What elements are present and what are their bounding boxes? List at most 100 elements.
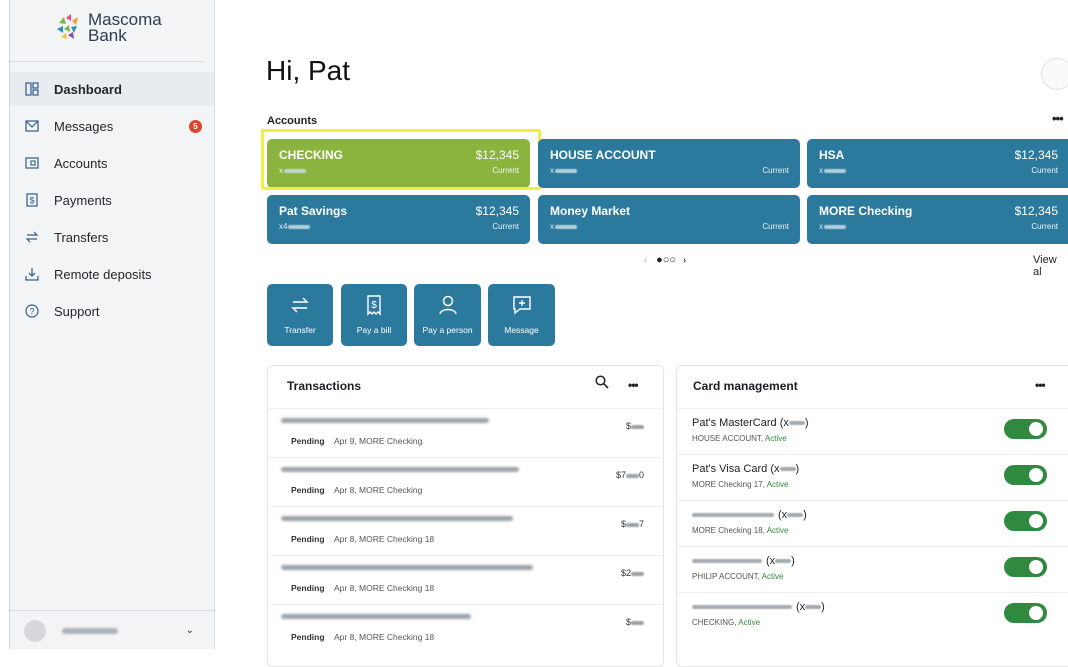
card-owner: HOUSE ACCOUNT, Active [692, 434, 787, 443]
transaction-description-redacted [281, 467, 519, 472]
table-row[interactable]: Pending Apr 8, MORE Checking $7 0 [267, 457, 662, 507]
accounts-more-icon[interactable]: ••• [1052, 111, 1064, 126]
account-status: Current [1031, 222, 1058, 231]
account-balance: $12,345 [475, 204, 519, 218]
transaction-meta: Apr 8, MORE Checking [334, 485, 423, 495]
card-toggle[interactable] [1004, 465, 1047, 485]
account-card-more-checking[interactable]: MORE Checking x $12,345 Current [807, 195, 1068, 244]
transaction-amount: $7 [620, 519, 644, 529]
account-name: HOUSE ACCOUNT [550, 148, 656, 162]
message-button[interactable]: Message [488, 284, 555, 346]
sidebar-item-label: Dashboard [54, 81, 122, 97]
account-balance: $12,345 [1014, 204, 1058, 218]
sidebar-item-label: Transfers [54, 229, 109, 245]
table-row[interactable]: Pending Apr 8, MORE Checking 18 $ [267, 604, 662, 654]
transaction-description-redacted [281, 516, 513, 521]
quick-action-label: Pay a bill [356, 325, 392, 335]
account-card-hsa[interactable]: HSA x $12,345 Current [807, 139, 1068, 188]
pager-prev-button[interactable]: ‹ [644, 255, 647, 266]
sidebar-divider [10, 61, 204, 62]
transaction-description-redacted [281, 565, 533, 570]
sidebar-item-payments[interactable]: $ Payments [10, 183, 214, 217]
account-name: Pat Savings [279, 204, 348, 218]
person-icon [438, 295, 457, 315]
transaction-amount: $7 0 [615, 470, 644, 480]
account-status: Current [762, 222, 789, 231]
quick-action-label: Transfer [284, 325, 316, 335]
account-card-money-market[interactable]: Money Market x Current [538, 195, 800, 244]
sidebar-item-messages[interactable]: Messages 5 [10, 109, 214, 143]
card-row: Pat's MasterCard (x) HOUSE ACCOUNT, Acti… [676, 408, 1068, 455]
card-owner: PHILIP ACCOUNT, Active [692, 572, 784, 581]
view-all-link[interactable]: View al [1033, 254, 1068, 278]
table-row[interactable]: Pending Apr 8, MORE Checking 18 $2 [267, 555, 662, 605]
transfer-button[interactable]: Transfer [267, 284, 333, 346]
card-name: Pat's Visa Card (x) [692, 463, 800, 475]
envelope-icon [24, 118, 40, 134]
card-toggle[interactable] [1004, 603, 1047, 623]
account-card-house-account[interactable]: HOUSE ACCOUNT x Current [538, 139, 800, 188]
transaction-status: Pending [291, 583, 325, 593]
transaction-status: Pending [291, 534, 325, 544]
table-row[interactable]: Pending Apr 8, MORE Checking 18 $7 [267, 506, 662, 556]
transaction-meta: Apr 8, MORE Checking 18 [334, 534, 435, 544]
sidebar-item-label: Accounts [54, 155, 108, 171]
account-status: Current [762, 166, 789, 175]
selection-highlight [261, 129, 541, 190]
dashboard-icon [24, 81, 40, 97]
account-card-pat-savings[interactable]: Pat Savings x4 $12,345 Current [267, 195, 530, 244]
sidebar-item-label: Remote deposits [54, 266, 152, 282]
accounts-icon [24, 155, 40, 171]
card-toggle[interactable] [1004, 511, 1047, 531]
search-icon[interactable] [595, 375, 609, 389]
card-name: Pat's MasterCard (x) [692, 417, 809, 429]
transactions-more-icon[interactable]: ••• [628, 378, 639, 392]
account-number: x [550, 222, 577, 231]
svg-text:?: ? [29, 307, 34, 317]
unread-badge: 5 [189, 119, 202, 133]
account-balance: $12,345 [1014, 148, 1058, 162]
bank-logo[interactable]: Mascoma Bank [53, 11, 173, 49]
accounts-pager: ‹ ●○○ › [644, 254, 686, 266]
transaction-status: Pending [291, 436, 325, 446]
card-toggle[interactable] [1004, 419, 1047, 439]
sidebar-item-remote-deposits[interactable]: Remote deposits [10, 257, 214, 291]
transaction-meta: Apr 8, MORE Checking 18 [334, 583, 435, 593]
account-name: MORE Checking [819, 204, 913, 218]
sidebar-item-label: Support [54, 303, 100, 319]
transaction-meta: Apr 9, MORE Checking [334, 436, 423, 446]
sidebar-item-transfers[interactable]: Transfers [10, 220, 214, 254]
logo-text: Mascoma Bank [88, 10, 162, 45]
transaction-amount: $ [626, 617, 644, 627]
help-circle-icon: ? [24, 303, 40, 319]
card-name: (x) [692, 509, 807, 521]
pay-a-bill-button[interactable]: $ Pay a bill [341, 284, 407, 346]
account-name: Money Market [550, 204, 631, 218]
card-toggle[interactable] [1004, 557, 1047, 577]
pay-a-person-button[interactable]: Pay a person [414, 284, 481, 346]
message-icon [512, 296, 531, 315]
transactions-title: Transactions [287, 379, 362, 393]
account-number: x [819, 222, 846, 231]
chevron-down-icon: ⌄ [185, 625, 194, 636]
card-owner: MORE Checking 17, Active [692, 480, 789, 489]
pager-next-button[interactable]: › [683, 255, 686, 266]
dollar-document-icon: $ [24, 192, 40, 208]
account-number: x [550, 166, 577, 175]
sidebar-item-dashboard[interactable]: Dashboard [10, 72, 214, 106]
profile-button[interactable] [1041, 58, 1068, 90]
account-number: x4 [279, 222, 311, 231]
pager-dots[interactable]: ●○○ [656, 254, 676, 266]
sidebar-item-accounts[interactable]: Accounts [10, 146, 214, 180]
table-row[interactable]: Pending Apr 9, MORE Checking $ [267, 408, 662, 458]
transaction-description-redacted [281, 614, 471, 619]
user-menu[interactable]: ⌄ [10, 610, 214, 650]
download-tray-icon [24, 266, 40, 282]
quick-action-label: Pay a person [422, 325, 473, 335]
logo-mark-icon [57, 14, 78, 39]
account-status: Current [492, 222, 519, 231]
sidebar-item-support[interactable]: ? Support [10, 294, 214, 328]
sidebar-item-label: Messages [54, 118, 114, 134]
card-owner: MORE Checking 18, Active [692, 526, 789, 535]
card-management-more-icon[interactable]: ••• [1035, 378, 1046, 392]
